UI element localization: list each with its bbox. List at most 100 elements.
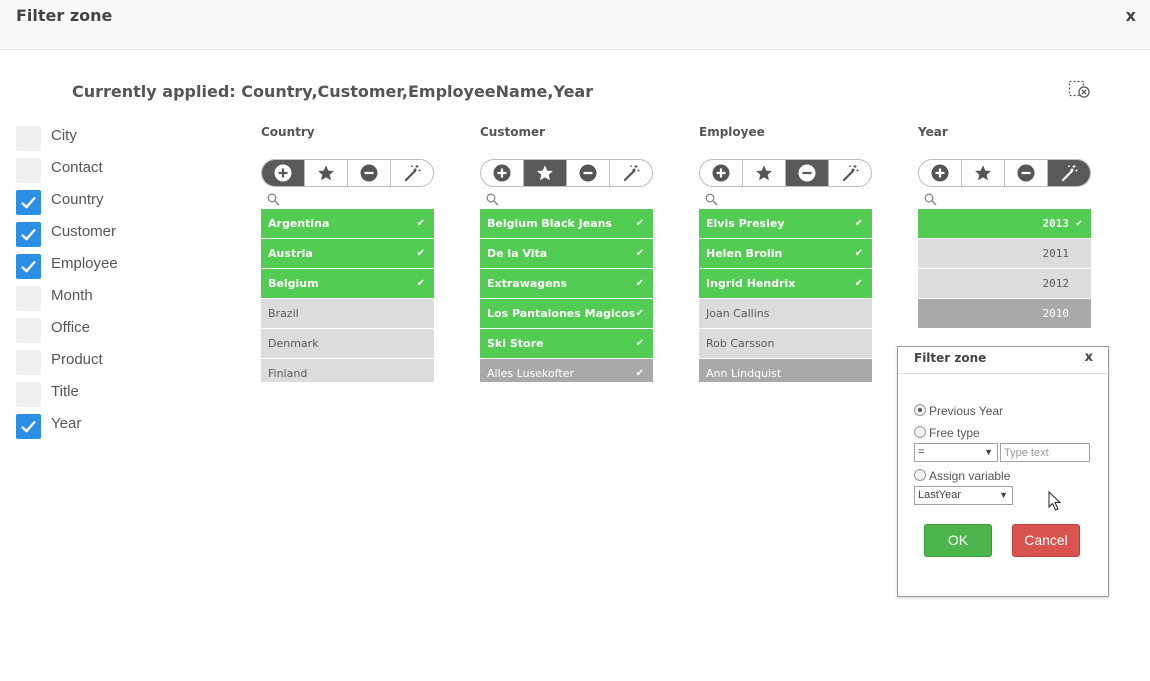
field-checkbox[interactable]: [16, 286, 41, 311]
check-icon: ✔: [854, 278, 863, 289]
field-item-employee[interactable]: Employee: [16, 254, 216, 286]
value-list: 2013 ✔ 2011 2012 2010: [918, 209, 1091, 328]
field-item-product[interactable]: Product: [16, 350, 216, 382]
list-item[interactable]: Ann Lindquist: [699, 359, 872, 382]
exclude-button[interactable]: [1005, 160, 1048, 186]
list-item[interactable]: Finland: [261, 359, 434, 382]
selection-toolbar: [699, 159, 872, 187]
list-item-label: 2010: [1042, 307, 1070, 320]
check-icon: ✔: [1075, 218, 1082, 229]
list-item[interactable]: Elvis Presley ✔: [699, 209, 872, 238]
list-item[interactable]: Argentina ✔: [261, 209, 434, 238]
radio-button[interactable]: [914, 426, 926, 438]
search-icon[interactable]: [261, 187, 434, 209]
list-item[interactable]: Belgium ✔: [261, 269, 434, 298]
list-item-label: Austria: [268, 247, 313, 260]
operator-select[interactable]: = ▼: [914, 443, 998, 462]
list-item[interactable]: Alles Lusekofter ✔: [480, 359, 653, 382]
list-item[interactable]: 2013 ✔: [918, 209, 1091, 238]
list-item-label: 2013: [1042, 217, 1070, 230]
ok-button[interactable]: OK: [924, 524, 992, 557]
list-item[interactable]: Brazil: [261, 299, 434, 328]
exclude-button[interactable]: [567, 160, 610, 186]
magic-wand-button[interactable]: [1048, 160, 1090, 186]
star-icon: [755, 164, 773, 182]
listbox-title: Customer: [480, 125, 546, 139]
field-item-office[interactable]: Office: [16, 318, 216, 350]
list-item[interactable]: De la Vita ✔: [480, 239, 653, 268]
field-checkbox[interactable]: [16, 254, 41, 279]
include-button[interactable]: [700, 160, 743, 186]
field-checkbox[interactable]: [16, 382, 41, 407]
star-button[interactable]: [743, 160, 786, 186]
minus-circle-icon: [359, 163, 379, 183]
currently-applied-label: Currently applied: Country,Customer,Empl…: [72, 82, 594, 101]
check-icon: ✔: [635, 218, 644, 229]
field-checkbox[interactable]: [16, 350, 41, 375]
field-item-title[interactable]: Title: [16, 382, 216, 414]
list-item[interactable]: Extrawagens ✔: [480, 269, 653, 298]
clear-selection-icon[interactable]: [1068, 79, 1090, 99]
include-button[interactable]: [919, 160, 962, 186]
magic-wand-button[interactable]: [391, 160, 433, 186]
field-label: Product: [51, 351, 103, 368]
field-item-year[interactable]: Year: [16, 414, 216, 446]
field-checkbox[interactable]: [16, 190, 41, 215]
list-item-label: Denmark: [268, 337, 319, 350]
list-item-label: 2011: [1042, 247, 1070, 260]
list-item[interactable]: Los Pantalones Magicos ✔: [480, 299, 653, 328]
field-label: Title: [51, 383, 79, 400]
list-item[interactable]: Joan Callins: [699, 299, 872, 328]
list-item-label: Belgium Black Jeans: [487, 217, 612, 230]
list-item[interactable]: Ski Store ✔: [480, 329, 653, 358]
value-list: Elvis Presley ✔ Helen Brolin ✔ Ingrid Hendri…: [699, 209, 872, 382]
field-item-city[interactable]: City: [16, 126, 216, 158]
free-type-input[interactable]: [1000, 443, 1090, 462]
search-icon[interactable]: [699, 187, 872, 209]
radio-button[interactable]: [914, 404, 926, 416]
list-item[interactable]: Helen Brolin ✔: [699, 239, 872, 268]
list-item[interactable]: Rob Carsson: [699, 329, 872, 358]
field-item-customer[interactable]: Customer: [16, 222, 216, 254]
list-item-label: Extrawagens: [487, 277, 568, 290]
dialog-title: Filter zone: [16, 6, 113, 25]
star-button[interactable]: [962, 160, 1005, 186]
include-button[interactable]: [481, 160, 524, 186]
radio-button[interactable]: [914, 469, 926, 481]
field-checkbox[interactable]: [16, 158, 41, 183]
list-item[interactable]: 2012: [918, 269, 1091, 298]
cancel-button[interactable]: Cancel: [1012, 524, 1080, 557]
field-checkbox[interactable]: [16, 414, 41, 439]
list-item[interactable]: Denmark: [261, 329, 434, 358]
field-item-contact[interactable]: Contact: [16, 158, 216, 190]
list-item[interactable]: Ingrid Hendrix ✔: [699, 269, 872, 298]
include-button[interactable]: [262, 160, 305, 186]
field-checkbox[interactable]: [16, 126, 41, 151]
star-button[interactable]: [305, 160, 348, 186]
search-icon[interactable]: [918, 187, 1091, 209]
list-item[interactable]: 2010: [918, 299, 1091, 328]
radio-free-type[interactable]: Free type: [914, 426, 980, 440]
radio-label: Assign variable: [929, 469, 1011, 483]
radio-assign-variable[interactable]: Assign variable: [914, 469, 1010, 483]
radio-previous-year[interactable]: Previous Year: [914, 404, 1003, 418]
field-checkbox[interactable]: [16, 318, 41, 343]
star-button[interactable]: [524, 160, 567, 186]
magic-wand-button[interactable]: [829, 160, 871, 186]
exclude-button[interactable]: [348, 160, 391, 186]
list-item[interactable]: Austria ✔: [261, 239, 434, 268]
magic-wand-button[interactable]: [610, 160, 652, 186]
search-icon[interactable]: [480, 187, 653, 209]
listbox-title: Employee: [699, 125, 765, 139]
popup-close-button[interactable]: x: [1085, 350, 1093, 365]
plus-circle-icon: [930, 163, 950, 183]
field-item-month[interactable]: Month: [16, 286, 216, 318]
field-item-country[interactable]: Country: [16, 190, 216, 222]
radio-label: Free type: [929, 426, 980, 440]
field-checkbox[interactable]: [16, 222, 41, 247]
exclude-button[interactable]: [786, 160, 829, 186]
close-button[interactable]: x: [1126, 6, 1136, 25]
list-item[interactable]: 2011: [918, 239, 1091, 268]
list-item[interactable]: Belgium Black Jeans ✔: [480, 209, 653, 238]
variable-select[interactable]: LastYear ▼: [914, 486, 1013, 505]
